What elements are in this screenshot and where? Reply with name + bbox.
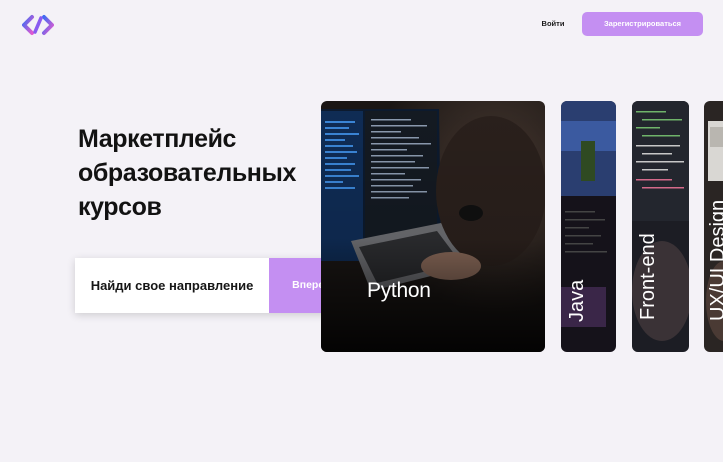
course-card-frontend[interactable]: Front-end [632, 101, 689, 352]
direction-prompt: Найди свое направление [90, 278, 254, 293]
brand-logo-icon[interactable] [22, 14, 54, 36]
hero-title: Маркетплейс образовательных курсов [78, 122, 308, 224]
course-label-python: Python [367, 279, 431, 302]
hero-title-line: образовательных [78, 159, 296, 187]
course-label-java: Java [566, 279, 588, 322]
hero-title-line: курсов [78, 193, 162, 221]
course-card-java[interactable]: Java [561, 101, 616, 352]
course-card-uxui[interactable]: UX/UI Design [704, 101, 723, 352]
login-link[interactable]: Войти [536, 17, 570, 31]
course-label-uxui: UX/UI Design [707, 199, 723, 321]
register-button[interactable]: Зарегистрироваться [582, 12, 703, 36]
hero-title-line: Маркетплейс [78, 125, 237, 153]
python-card-image [321, 101, 545, 352]
course-label-frontend: Front-end [637, 233, 659, 320]
direction-search-box: Найди свое направление Вперед [75, 258, 354, 313]
course-card-python[interactable]: Python [321, 101, 545, 352]
